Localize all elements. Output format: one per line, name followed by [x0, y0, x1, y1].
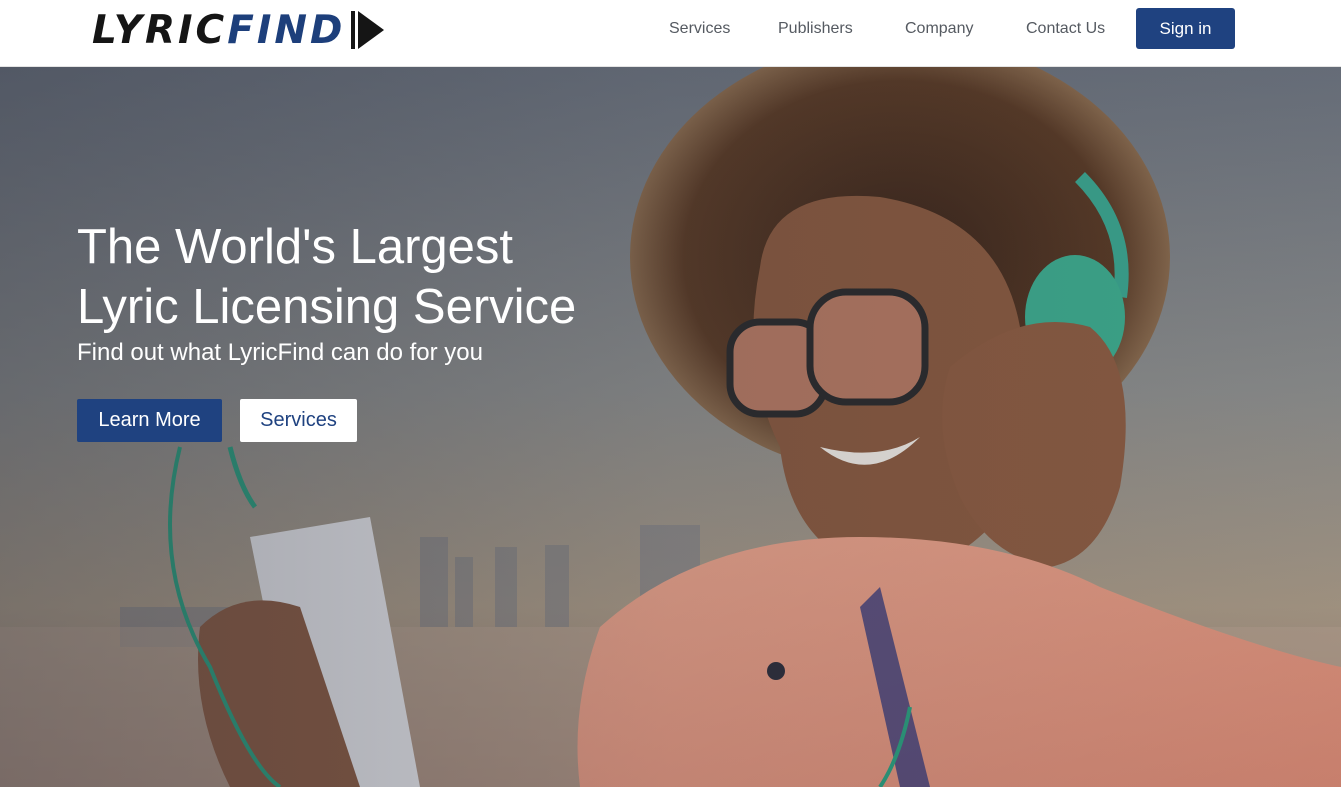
services-button[interactable]: Services	[240, 399, 357, 442]
page-bottom-spacer	[0, 787, 1341, 808]
nav-contact-us[interactable]: Contact Us	[1026, 20, 1105, 38]
hero-subtitle: Find out what LyricFind can do for you	[77, 339, 483, 366]
lyricfind-logo[interactable]: LYRIC FIND	[92, 7, 385, 53]
nav-publishers[interactable]: Publishers	[778, 20, 853, 38]
nav-company[interactable]: Company	[905, 20, 973, 38]
hero-section: The World's Largest Lyric Licensing Serv…	[0, 67, 1341, 787]
hero-title-line-1: The World's Largest	[77, 220, 514, 274]
logo-text-lyric: LYRIC	[92, 7, 228, 53]
logo-text-find: FIND	[227, 7, 346, 53]
hero-title: The World's Largest Lyric Licensing Serv…	[77, 217, 677, 337]
site-header: LYRIC FIND Services Publishers Company C…	[0, 0, 1341, 67]
hero-title-line-2: Lyric Licensing Service	[77, 280, 577, 334]
sign-in-button[interactable]: Sign in	[1136, 8, 1235, 49]
nav-services[interactable]: Services	[669, 20, 730, 38]
learn-more-button[interactable]: Learn More	[77, 399, 222, 442]
play-icon	[351, 11, 385, 49]
